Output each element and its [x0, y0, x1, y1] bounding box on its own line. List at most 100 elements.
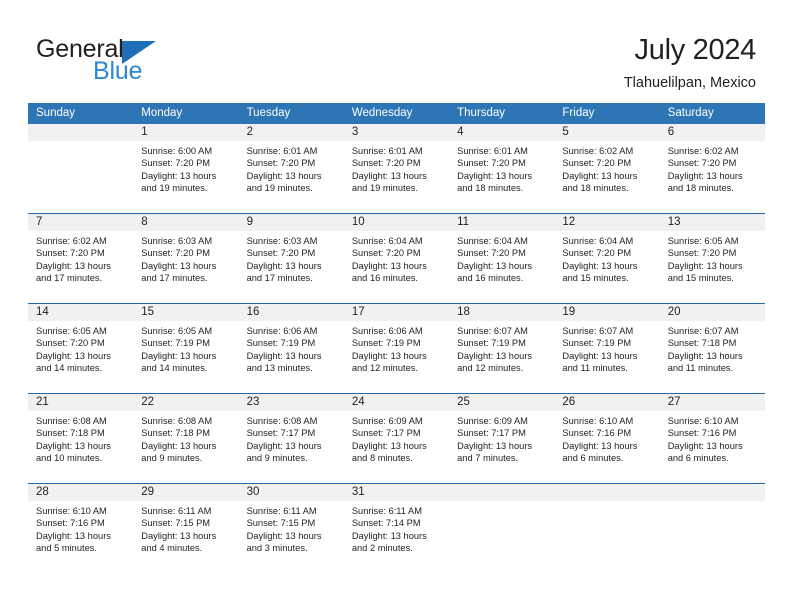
day-number: 16 — [246, 306, 260, 318]
calendar-day-cell[interactable]: 5 Sunrise: 6:02 AM Sunset: 7:20 PM Daylight… — [554, 124, 660, 213]
day-number: 21 — [36, 396, 49, 408]
day-details: Sunrise: 6:02 AM Sunset: 7:20 PM Daylight:… — [660, 141, 765, 213]
calendar-day-cell[interactable]: 16 Sunrise: 6:06 AM Sunset: 7:19 PM Dayligh… — [238, 304, 344, 393]
calendar-day-cell[interactable]: 2 Sunrise: 6:01 AM Sunset: 7:20 PM Daylight… — [238, 124, 344, 213]
calendar-day-cell[interactable]: 15 Sunrise: 6:05 AM Sunset: 7:19 PM Dayligh… — [133, 304, 239, 393]
daylight-text: Daylight: 13 hours and 3 minutes. — [246, 530, 322, 553]
daylight-text: Daylight: 13 hours and 4 minutes. — [141, 530, 217, 553]
calendar-day-cell[interactable]: 21 Sunrise: 6:08 AM Sunset: 7:18 PM Dayligh… — [28, 394, 134, 483]
calendar-day-cell[interactable]: 4 Sunrise: 6:01 AM Sunset: 7:20 PM Daylight… — [449, 124, 555, 213]
sunrise-text: Sunrise: 6:02 AM — [36, 236, 107, 246]
daylight-text: Daylight: 13 hours and 12 minutes. — [457, 350, 533, 373]
day-details: Sunrise: 6:08 AM Sunset: 7:17 PM Daylight:… — [239, 411, 344, 483]
weekday-header-saturday: Saturday — [667, 107, 714, 119]
page-header: General Blue July 2024 Tlahuelilpan, Mex… — [0, 0, 792, 96]
daylight-text: Daylight: 13 hours and 2 minutes. — [351, 530, 427, 553]
sunrise-text: Sunrise: 6:02 AM — [667, 146, 739, 156]
calendar-day-cell[interactable]: 17 Sunrise: 6:06 AM Sunset: 7:19 PM Dayligh… — [343, 304, 450, 393]
calendar-day-cell[interactable]: 9 Sunrise: 6:03 AM Sunset: 7:20 PM Daylight… — [238, 214, 344, 303]
calendar-day-cell[interactable]: 8 Sunrise: 6:03 AM Sunset: 7:20 PM Daylight… — [133, 214, 239, 303]
sunset-text: Sunset: 7:20 PM — [457, 158, 526, 169]
day-details: Sunrise: 6:08 AM Sunset: 7:18 PM Daylight:… — [133, 411, 238, 483]
calendar-day-cell[interactable]: 31 Sunrise: 6:11 AM Sunset: 7:14 PM Dayligh… — [343, 484, 450, 573]
day-number: 25 — [457, 396, 470, 408]
calendar-day-cell[interactable]: 25 Sunrise: 6:09 AM Sunset: 7:17 PM Dayligh… — [449, 394, 555, 483]
daylight-text: Daylight: 13 hours and 18 minutes. — [667, 170, 743, 193]
calendar-day-cell[interactable]: 22 Sunrise: 6:08 AM Sunset: 7:18 PM Dayligh… — [133, 394, 239, 483]
calendar-day-cell[interactable]: 7 Sunrise: 6:02 AM Sunset: 7:20 PM Daylight… — [28, 214, 134, 303]
day-number-band: 1 — [133, 124, 239, 141]
sunset-text: Sunset: 7:20 PM — [246, 248, 316, 259]
calendar-day-cell[interactable]: 30 Sunrise: 6:11 AM Sunset: 7:15 PM Dayligh… — [238, 484, 344, 573]
daylight-text: Daylight: 13 hours and 8 minutes. — [351, 440, 427, 463]
daylight-text: Daylight: 13 hours and 18 minutes. — [562, 170, 638, 193]
daylight-text: Daylight: 13 hours and 17 minutes. — [246, 260, 322, 283]
day-details: Sunrise: 6:11 AM Sunset: 7:14 PM Daylight:… — [344, 501, 449, 573]
day-number: 20 — [667, 306, 681, 318]
calendar-week-row: 28 Sunrise: 6:10 AM Sunset: 7:16 PM Dayligh… — [28, 483, 765, 573]
day-number-band: 28 — [28, 484, 134, 501]
sunset-text: Sunset: 7:20 PM — [351, 158, 421, 169]
daylight-text: Daylight: 13 hours and 19 minutes. — [351, 170, 427, 193]
daylight-text: Daylight: 13 hours and 6 minutes. — [667, 440, 743, 463]
day-details: Sunrise: 6:07 AM Sunset: 7:18 PM Daylight:… — [660, 321, 765, 393]
calendar-day-cell[interactable]: 14 Sunrise: 6:05 AM Sunset: 7:20 PM Dayligh… — [28, 304, 134, 393]
day-number-band: 6 — [659, 124, 765, 141]
calendar-day-cell[interactable]: 13 Sunrise: 6:05 AM Sunset: 7:20 PM Dayligh… — [659, 214, 765, 303]
calendar-day-cell[interactable]: 26 Sunrise: 6:10 AM Sunset: 7:16 PM Dayligh… — [554, 394, 660, 483]
calendar-day-cell[interactable]: 24 Sunrise: 6:09 AM Sunset: 7:17 PM Dayligh… — [343, 394, 450, 483]
daylight-text: Daylight: 13 hours and 16 minutes. — [351, 260, 427, 283]
sunset-text: Sunset: 7:15 PM — [246, 518, 316, 529]
day-details: Sunrise: 6:03 AM Sunset: 7:20 PM Daylight:… — [133, 231, 238, 303]
daylight-text: Daylight: 13 hours and 12 minutes. — [351, 350, 427, 373]
day-number-band: 14 — [28, 304, 134, 321]
sunset-text: Sunset: 7:20 PM — [141, 248, 211, 259]
calendar-day-cell[interactable]: 10 Sunrise: 6:04 AM Sunset: 7:20 PM Dayligh… — [343, 214, 450, 303]
day-number-band: 31 — [343, 484, 450, 501]
day-number: 12 — [562, 216, 576, 228]
day-details: Sunrise: 6:01 AM Sunset: 7:20 PM Daylight:… — [239, 141, 344, 213]
calendar-day-cell[interactable]: 28 Sunrise: 6:10 AM Sunset: 7:16 PM Dayligh… — [28, 484, 134, 573]
day-number-band: 24 — [343, 394, 450, 411]
sunset-text: Sunset: 7:16 PM — [562, 428, 632, 439]
calendar-day-cell[interactable]: 29 Sunrise: 6:11 AM Sunset: 7:15 PM Dayligh… — [133, 484, 239, 573]
day-details: Sunrise: 6:10 AM Sunset: 7:16 PM Daylight:… — [660, 411, 765, 483]
day-details — [660, 501, 765, 573]
sunset-text: Sunset: 7:17 PM — [351, 428, 421, 439]
calendar-day-cell[interactable]: 20 Sunrise: 6:07 AM Sunset: 7:18 PM Dayligh… — [659, 304, 765, 393]
calendar-day-cell[interactable]: 6 Sunrise: 6:02 AM Sunset: 7:20 PM Daylight… — [659, 124, 765, 213]
daylight-text: Daylight: 13 hours and 17 minutes. — [141, 260, 217, 283]
calendar-day-cell[interactable]: 12 Sunrise: 6:04 AM Sunset: 7:20 PM Dayligh… — [554, 214, 660, 303]
day-number-band: 25 — [449, 394, 555, 411]
calendar-week-row: 21 Sunrise: 6:08 AM Sunset: 7:18 PM Dayligh… — [28, 393, 765, 483]
calendar-day-cell[interactable]: 19 Sunrise: 6:07 AM Sunset: 7:19 PM Dayligh… — [554, 304, 660, 393]
day-number-band: 23 — [238, 394, 344, 411]
day-details: Sunrise: 6:03 AM Sunset: 7:20 PM Daylight:… — [239, 231, 344, 303]
calendar-day-cell[interactable]: 1 Sunrise: 6:00 AM Sunset: 7:20 PM Daylight… — [133, 124, 239, 213]
sunrise-text: Sunrise: 6:01 AM — [351, 146, 423, 156]
day-details: Sunrise: 6:05 AM Sunset: 7:20 PM Daylight:… — [660, 231, 765, 303]
sunrise-text: Sunrise: 6:02 AM — [562, 146, 634, 156]
sunrise-text: Sunrise: 6:09 AM — [457, 416, 528, 426]
page-title: July 2024 — [634, 34, 757, 66]
calendar-day-cell[interactable]: 11 Sunrise: 6:04 AM Sunset: 7:20 PM Dayligh… — [449, 214, 555, 303]
calendar-week-row: 14 Sunrise: 6:05 AM Sunset: 7:20 PM Dayligh… — [28, 303, 765, 393]
day-number-band: 18 — [449, 304, 555, 321]
day-number: 2 — [246, 126, 253, 138]
day-number: 14 — [36, 306, 49, 318]
daylight-text: Daylight: 13 hours and 16 minutes. — [457, 260, 533, 283]
calendar-day-cell[interactable]: 27 Sunrise: 6:10 AM Sunset: 7:16 PM Dayligh… — [659, 394, 765, 483]
calendar-day-cell[interactable]: 3 Sunrise: 6:01 AM Sunset: 7:20 PM Daylight… — [343, 124, 450, 213]
calendar-day-cell-empty — [28, 124, 134, 213]
calendar-day-cell[interactable]: 18 Sunrise: 6:07 AM Sunset: 7:19 PM Dayligh… — [449, 304, 555, 393]
sunrise-text: Sunrise: 6:05 AM — [141, 326, 213, 336]
general-blue-logo[interactable]: General Blue — [36, 36, 256, 90]
day-number: 9 — [246, 216, 253, 228]
sunrise-text: Sunrise: 6:06 AM — [246, 326, 318, 336]
daylight-text: Daylight: 13 hours and 19 minutes. — [141, 170, 217, 193]
day-number-band: 9 — [238, 214, 344, 231]
daylight-text: Daylight: 13 hours and 10 minutes. — [36, 440, 111, 463]
day-details: Sunrise: 6:09 AM Sunset: 7:17 PM Daylight:… — [449, 411, 554, 483]
calendar-day-cell[interactable]: 23 Sunrise: 6:08 AM Sunset: 7:17 PM Dayligh… — [238, 394, 344, 483]
weekday-header-wednesday: Wednesday — [351, 107, 413, 119]
